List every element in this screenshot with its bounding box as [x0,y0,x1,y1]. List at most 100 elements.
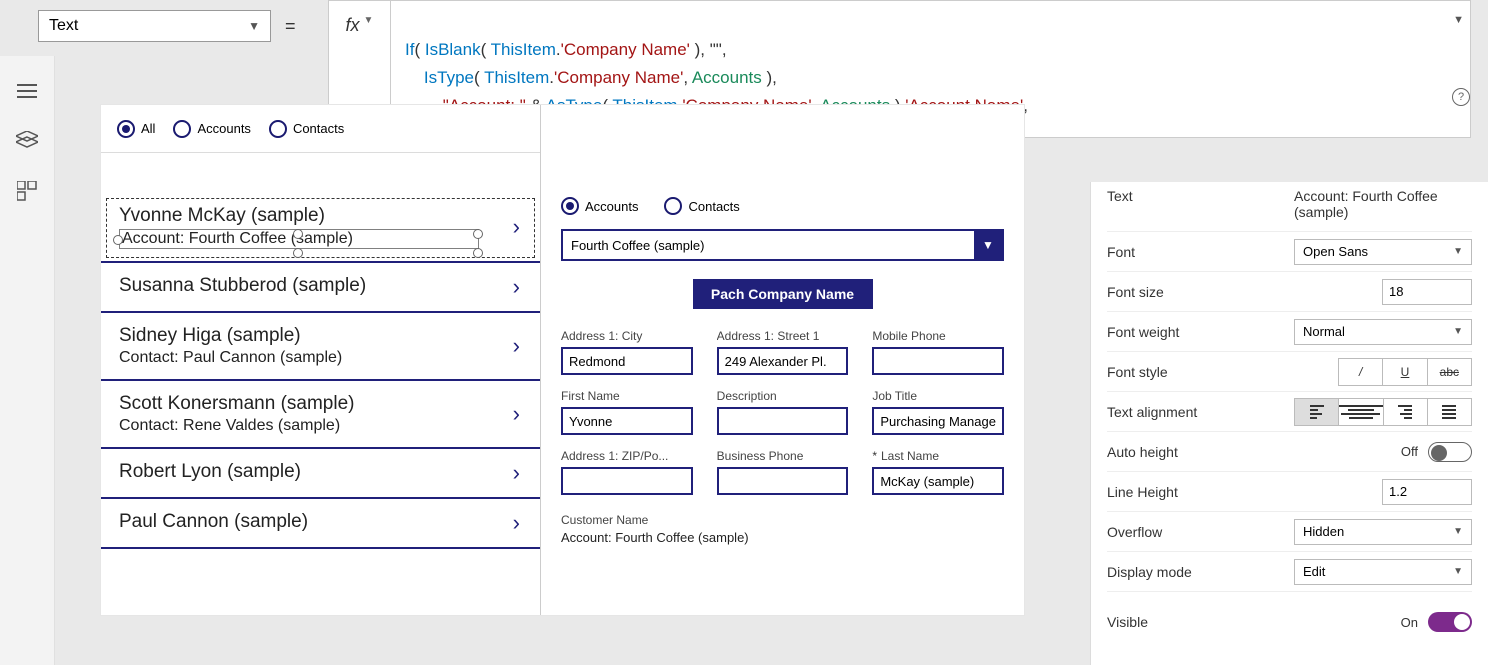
gallery-item[interactable]: Yvonne McKay (sample) Account: Fourth Co… [101,193,540,263]
align-justify-icon [1442,405,1456,419]
gallery-item-title: Robert Lyon (sample) [119,461,524,483]
prop-text-label: Text [1107,188,1294,204]
gallery-item-subtitle-selected[interactable]: Account: Fourth Coffee (sample) [119,229,479,249]
chevron-down-icon[interactable]: ▼ [974,231,1002,259]
autoheight-toggle[interactable] [1428,442,1472,462]
gallery-item-title: Sidney Higa (sample) [119,325,524,347]
chevron-right-icon[interactable]: › [513,460,520,486]
chevron-right-icon[interactable]: › [513,214,520,240]
radio-contacts[interactable]: Contacts [269,120,344,138]
field-label: *Last Name [872,449,1004,463]
field-label: Mobile Phone [872,329,1004,343]
prop-text-value[interactable]: Account: Fourth Coffee (sample) [1294,188,1472,220]
radio-all[interactable]: All [117,120,155,138]
customer-name-label: Customer Name [561,513,1004,527]
field-input-businessphone[interactable] [717,467,849,495]
chevron-right-icon[interactable]: › [513,401,520,427]
gallery-item-title: Scott Konersmann (sample) [119,393,524,415]
field-label: Address 1: City [561,329,693,343]
field-label: Address 1: ZIP/Po... [561,449,693,463]
detail-form: Accounts Contacts Fourth Coffee (sample)… [541,105,1024,615]
style-strike-button[interactable]: abc [1428,359,1471,385]
visible-toggle[interactable] [1428,612,1472,632]
app-canvas: All Accounts Contacts Yvonne McKay (samp… [100,104,1025,616]
field-label: Address 1: Street 1 [717,329,849,343]
gallery-item-subtitle: Contact: Rene Valdes (sample) [119,417,524,435]
prop-overflow-select[interactable]: Hidden▼ [1294,519,1472,545]
chevron-down-icon[interactable]: ▼ [1453,7,1464,33]
gallery-filter-row: All Accounts Contacts [101,105,540,153]
prop-displaymode-label: Display mode [1107,564,1294,580]
align-center-button[interactable] [1339,399,1383,425]
field-label: Job Title [872,389,1004,403]
field-input-description[interactable] [717,407,849,435]
gallery-item-title: Paul Cannon (sample) [119,511,524,533]
customer-name-value: Account: Fourth Coffee (sample) [561,530,1004,545]
gallery-item[interactable]: Susanna Stubberod (sample) › [101,263,540,313]
radio-accounts[interactable]: Accounts [173,120,250,138]
style-underline-button[interactable]: U [1383,359,1427,385]
field-label: Description [717,389,849,403]
company-dropdown[interactable]: Fourth Coffee (sample) ▼ [561,229,1004,261]
left-nav-rail [0,56,55,665]
layers-icon[interactable] [16,130,38,152]
prop-fontstyle-label: Font style [1107,364,1338,380]
align-right-icon [1398,405,1412,419]
gallery-item-title: Yvonne McKay (sample) [119,205,524,227]
chevron-down-icon: ▼ [1453,326,1463,337]
field-input-lastname[interactable] [872,467,1004,495]
align-left-button[interactable] [1295,399,1339,425]
radio-detail-accounts[interactable]: Accounts [561,197,638,215]
gallery-item[interactable]: Paul Cannon (sample) › [101,499,540,549]
prop-autoheight-label: Auto height [1107,444,1401,460]
field-input-mobile[interactable] [872,347,1004,375]
field-input-firstname[interactable] [561,407,693,435]
gallery-item[interactable]: Sidney Higa (sample) Contact: Paul Canno… [101,313,540,381]
chevron-down-icon: ▼ [364,15,374,26]
field-label: First Name [561,389,693,403]
chevron-down-icon: ▼ [248,19,260,33]
field-label: Business Phone [717,449,849,463]
help-icon[interactable]: ? [1452,88,1470,106]
chevron-down-icon: ▼ [1453,246,1463,257]
chevron-right-icon[interactable]: › [513,274,520,300]
prop-overflow-label: Overflow [1107,524,1294,540]
prop-font-label: Font [1107,244,1294,260]
prop-fontweight-label: Font weight [1107,324,1294,340]
field-input-zip[interactable] [561,467,693,495]
prop-visible-label: Visible [1107,614,1401,630]
align-center-icon [1339,405,1382,419]
field-input-city[interactable] [561,347,693,375]
align-justify-button[interactable] [1428,399,1471,425]
chevron-down-icon: ▼ [1453,526,1463,537]
prop-font-select[interactable]: Open Sans▼ [1294,239,1472,265]
gallery-item[interactable]: Scott Konersmann (sample) Contact: Rene … [101,381,540,449]
contact-gallery[interactable]: All Accounts Contacts Yvonne McKay (samp… [101,105,541,615]
properties-panel: Text Account: Fourth Coffee (sample) Fon… [1090,182,1488,665]
radio-detail-contacts[interactable]: Contacts [664,197,739,215]
align-left-icon [1310,405,1324,419]
components-icon[interactable] [16,180,38,202]
hamburger-icon[interactable] [16,80,38,102]
prop-lineheight-input[interactable] [1382,479,1472,505]
chevron-right-icon[interactable]: › [513,510,520,536]
gallery-item-title: Susanna Stubberod (sample) [119,275,524,297]
prop-fontweight-select[interactable]: Normal▼ [1294,319,1472,345]
prop-displaymode-select[interactable]: Edit▼ [1294,559,1472,585]
equals-sign: = [285,16,296,37]
chevron-down-icon: ▼ [1453,566,1463,577]
field-input-jobtitle[interactable] [872,407,1004,435]
prop-fontsize-label: Font size [1107,284,1382,300]
align-right-button[interactable] [1384,399,1428,425]
property-selector-value: Text [49,17,78,35]
gallery-item[interactable]: Robert Lyon (sample) › [101,449,540,499]
property-selector[interactable]: Text ▼ [38,10,271,42]
prop-fontsize-input[interactable] [1382,279,1472,305]
field-input-street[interactable] [717,347,849,375]
patch-button[interactable]: Pach Company Name [693,279,873,309]
chevron-right-icon[interactable]: › [513,333,520,359]
prop-align-label: Text alignment [1107,404,1294,420]
gallery-item-subtitle: Contact: Paul Cannon (sample) [119,349,524,367]
prop-lineheight-label: Line Height [1107,484,1382,500]
style-italic-button[interactable]: / [1339,359,1383,385]
